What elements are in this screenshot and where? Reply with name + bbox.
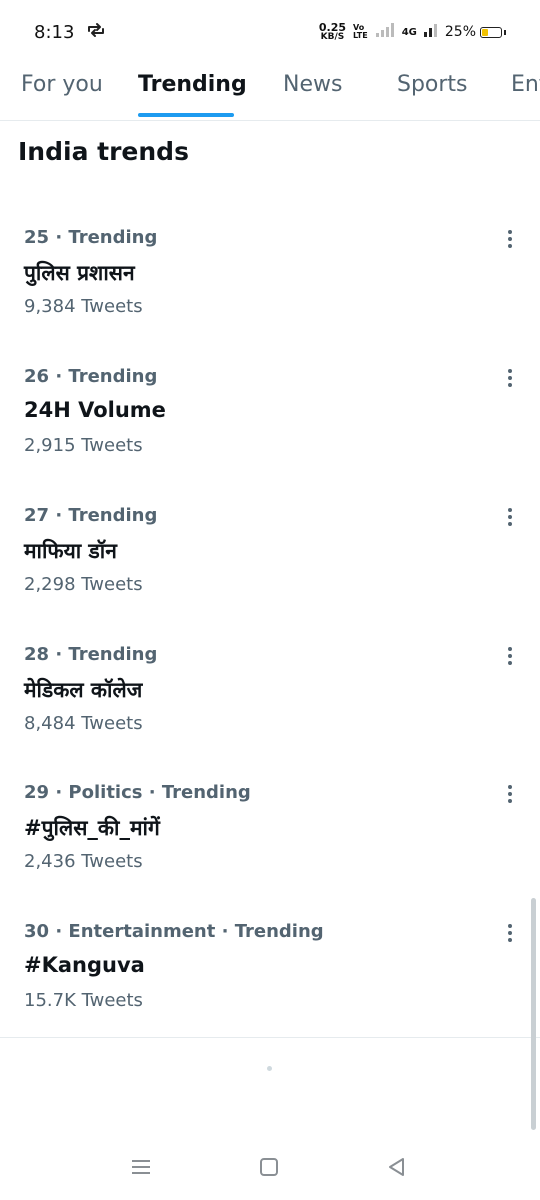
menu-nav-icon[interactable] <box>124 1150 158 1184</box>
scrollbar[interactable] <box>531 898 536 1130</box>
tab-news[interactable]: News <box>283 72 342 97</box>
network-speed: 0.25 KB/S <box>319 22 346 42</box>
tab-sports[interactable]: Sports <box>397 72 468 97</box>
trend-item[interactable]: 25 · Trending पुलिस प्रशासन 9,384 Tweets <box>0 227 540 366</box>
trend-item[interactable]: 30 · Entertainment · Trending #Kanguva 1… <box>0 921 540 1060</box>
trend-count: 2,436 Tweets <box>24 851 143 872</box>
trend-item[interactable]: 27 · Trending माफिया डॉन 2,298 Tweets <box>0 505 540 644</box>
more-vertical-icon[interactable] <box>498 921 522 945</box>
loading-indicator <box>267 1066 272 1071</box>
signal-icon <box>375 23 395 41</box>
battery-shell <box>480 26 502 38</box>
sync-icon <box>86 22 106 43</box>
trend-meta: 25 · Trending <box>24 227 158 248</box>
status-bar: 8:13 0.25 KB/S Vo LTE 4G 25% <box>0 0 540 64</box>
trend-meta: 27 · Trending <box>24 505 158 526</box>
more-vertical-icon[interactable] <box>498 782 522 806</box>
trend-name: 24H Volume <box>24 398 166 422</box>
list-divider <box>0 1037 540 1038</box>
section-title: India trends <box>18 137 189 166</box>
signal-icon-2 <box>423 23 438 41</box>
tab-trending[interactable]: Trending <box>138 72 247 97</box>
trend-count: 15.7K Tweets <box>24 990 143 1011</box>
status-right: 0.25 KB/S Vo LTE 4G 25% <box>319 22 506 42</box>
tab-entertainment[interactable]: Ent <box>511 72 540 97</box>
volte-bottom: LTE <box>353 31 368 40</box>
trend-item[interactable]: 26 · Trending 24H Volume 2,915 Tweets <box>0 366 540 505</box>
active-tab-indicator <box>138 113 234 117</box>
trend-meta: 26 · Trending <box>24 366 158 387</box>
trend-name: मेडिकल कॉलेज <box>24 678 143 702</box>
trend-meta: 28 · Trending <box>24 644 158 665</box>
trend-count: 2,298 Tweets <box>24 574 143 595</box>
more-vertical-icon[interactable] <box>498 366 522 390</box>
more-vertical-icon[interactable] <box>498 227 522 251</box>
trend-count: 8,484 Tweets <box>24 713 143 734</box>
trend-name: #पुलिस_की_मांगें <box>24 816 160 840</box>
more-vertical-icon[interactable] <box>498 505 522 529</box>
speed-unit: KB/S <box>320 32 345 42</box>
battery-icon: 25% <box>445 24 506 40</box>
tab-bar: For you Trending News Sports Ent <box>0 64 540 121</box>
trend-meta: 29 · Politics · Trending <box>24 782 251 803</box>
trend-count: 9,384 Tweets <box>24 296 143 317</box>
more-vertical-icon[interactable] <box>498 644 522 668</box>
trend-name: #Kanguva <box>24 953 145 977</box>
network-type: 4G <box>401 26 417 38</box>
clock: 8:13 <box>34 21 75 43</box>
tab-for-you[interactable]: For you <box>21 72 103 97</box>
home-nav-icon[interactable] <box>252 1150 286 1184</box>
trend-name: पुलिस प्रशासन <box>24 261 135 285</box>
trend-meta: 30 · Entertainment · Trending <box>24 921 324 942</box>
trend-item[interactable]: 28 · Trending मेडिकल कॉलेज 8,484 Tweets <box>0 644 540 783</box>
system-nav-bar <box>0 1130 540 1200</box>
back-nav-icon[interactable] <box>380 1150 414 1184</box>
trend-count: 2,915 Tweets <box>24 435 143 456</box>
trend-item[interactable]: 29 · Politics · Trending #पुलिस_की_मांगे… <box>0 782 540 921</box>
trend-name: माफिया डॉन <box>24 539 117 563</box>
volte-indicator: Vo LTE <box>353 24 368 40</box>
battery-percent: 25% <box>444 24 476 40</box>
status-left: 8:13 <box>34 22 106 43</box>
